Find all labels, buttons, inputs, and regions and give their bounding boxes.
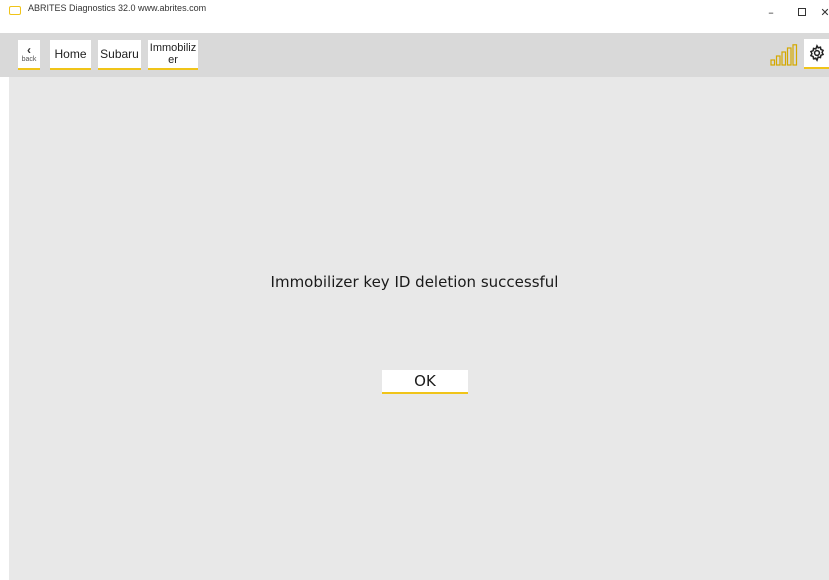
app-logo-icon — [9, 6, 21, 15]
back-label: back — [21, 55, 37, 63]
window-title: ABRITES Diagnostics 32.0 www.abrites.com — [28, 3, 207, 13]
breadcrumb-immobilizer[interactable]: Immobiliz er — [148, 40, 198, 70]
toolbar: ‹ back Home Subaru Immobiliz er — [0, 33, 829, 77]
close-button[interactable]: ✕ — [810, 0, 829, 24]
maximize-icon — [798, 8, 806, 16]
window-title-bar: ABRITES Diagnostics 32.0 www.abrites.com… — [0, 0, 829, 33]
minimize-button[interactable]: – — [756, 0, 786, 24]
close-icon: ✕ — [820, 5, 829, 19]
signal-strength-icon — [770, 44, 798, 66]
back-button[interactable]: ‹ back — [18, 40, 40, 70]
main-content: Immobilizer key ID deletion successful O… — [9, 77, 829, 580]
ok-button[interactable]: OK — [382, 370, 468, 394]
breadcrumb-immobilizer-line1: Immobiliz — [149, 42, 197, 54]
breadcrumb-immobilizer-line2: er — [168, 54, 178, 66]
breadcrumb-home[interactable]: Home — [50, 40, 91, 70]
minimize-icon: – — [768, 5, 774, 19]
breadcrumb-subaru[interactable]: Subaru — [98, 40, 141, 70]
settings-button[interactable] — [804, 39, 829, 69]
chevron-left-icon: ‹ — [27, 42, 31, 57]
gear-icon — [809, 44, 824, 62]
status-message: Immobilizer key ID deletion successful — [270, 273, 559, 291]
